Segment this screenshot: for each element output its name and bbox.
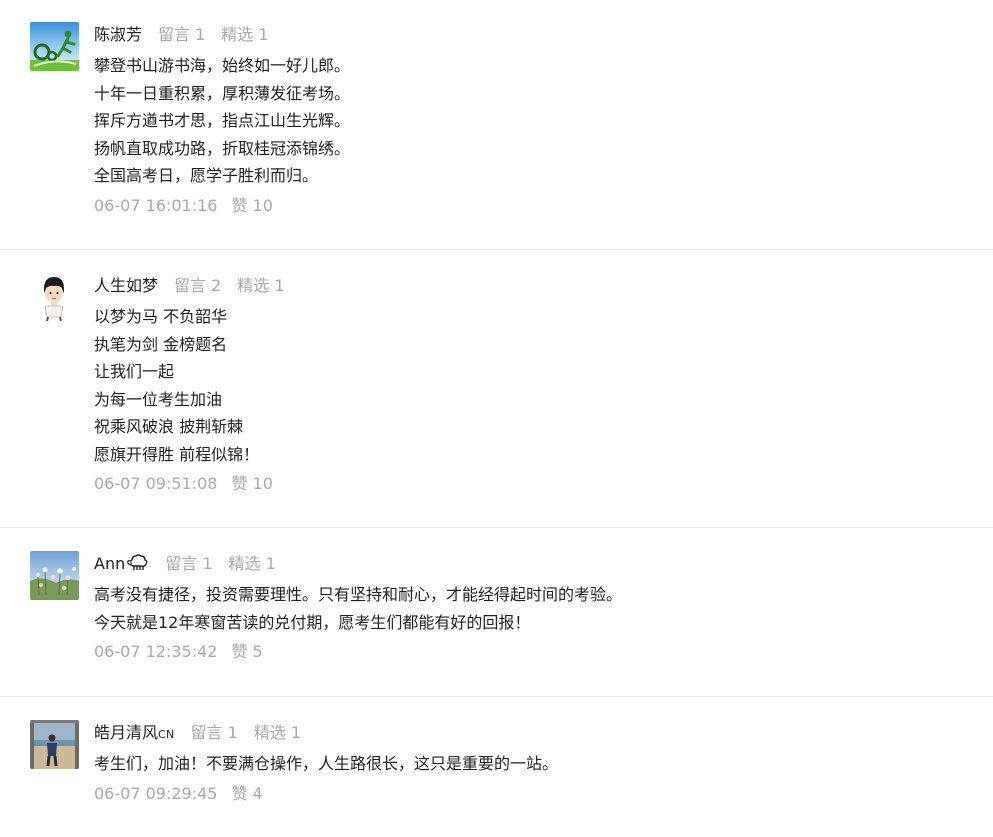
like-button[interactable]: 赞 10 [231,474,272,493]
comment-content: 以梦为马 不负韶华 执笔为剑 金榜题名 让我们一起 为每一位考生加油 祝乘风破浪… [94,303,973,468]
comment-item: 陈淑芳 留言 1 精选 1 攀登书山游书海，始终如一好儿郎。 十年一日重积累，厚积薄… [0,0,993,250]
comment-line: 愿旗开得胜 前程似锦！ [94,444,260,464]
comment-line: 为每一位考生加油 [94,389,223,409]
comment-content: 高考没有捷径，投资需要理性。只有坚持和耐心，才能经得起时间的考验。 今天就是12… [94,581,973,636]
like-button[interactable]: 赞 10 [231,196,272,215]
avatar[interactable] [30,273,79,322]
comment-time: 06-07 16:01:16 [94,195,218,215]
comment-item: 皓月清风CN 留言 1 精选 1 考生们，加油！不要满仓操作，人生路很长，这只是重要… [0,697,993,837]
comment-content: 攀登书山游书海，始终如一好儿郎。 十年一日重积累，厚积薄发征考场。 挥斥方遒书才… [94,52,973,190]
message-count: 留言 2 [174,276,222,295]
featured-count: 精选 1 [221,25,269,44]
like-button[interactable]: 赞 5 [231,642,262,661]
comment-line: 执笔为剑 金榜题名 [94,334,228,354]
comment-line: 高考没有捷径，投资需要理性。只有坚持和耐心，才能经得起时间的考验。 [94,585,623,604]
like-button[interactable]: 赞 4 [231,784,262,803]
nickname[interactable]: 陈淑芳 [94,25,142,44]
nickname[interactable]: Ann [94,554,125,573]
comment-time: 06-07 09:29:45 [94,783,218,803]
comment-time: 06-07 09:51:08 [94,474,218,493]
comment-line: 祝乘风破浪 披荆斩棘 [94,417,244,436]
message-count: 留言 1 [158,25,206,44]
comment-line: 扬帆直取成功路，折取桂冠添锦绣。 [94,138,351,158]
nickname[interactable]: 皓月清风 [94,723,158,742]
avatar[interactable] [30,551,79,600]
avatar[interactable] [30,720,79,769]
comment-line: 十年一日重积累，厚积薄发征考场。 [94,83,351,103]
featured-count: 精选 1 [237,276,285,295]
comment-item: 人生如梦 留言 2 精选 1 以梦为马 不负韶华 执笔为剑 金榜题名 让我们一起 为… [0,250,993,528]
sheep-icon [127,554,149,578]
nickname-suffix: CN [158,728,175,741]
message-count: 留言 1 [190,723,238,742]
featured-count: 精选 1 [228,554,276,573]
comment-line: 挥斥方遒书才思，指点江山生光辉。 [94,111,351,130]
avatar[interactable] [30,22,79,71]
comment-line: 考生们，加油！不要满仓操作，人生路很长，这只是重要的一站。 [94,754,559,773]
comment-content: 考生们，加油！不要满仓操作，人生路很长，这只是重要的一站。 [94,750,973,778]
message-count: 留言 1 [165,554,213,573]
comment-line: 让我们一起 [94,362,175,381]
nickname[interactable]: 人生如梦 [94,276,158,295]
comment-item: Ann 留言 1 精选 1 高考没有捷径，投资需要理性。只有坚持和耐心，才能经得起时… [0,528,993,697]
comment-line: 今天就是12年寒窗苦读的兑付期，愿考生们都能有好的回报！ [94,612,531,632]
featured-count: 精选 1 [253,723,302,742]
comment-line: 攀登书山游书海，始终如一好儿郎。 [94,56,351,75]
comment-list: 陈淑芳 留言 1 精选 1 攀登书山游书海，始终如一好儿郎。 十年一日重积累，厚积薄… [0,0,993,837]
comment-time: 06-07 12:35:42 [94,642,218,661]
comment-line: 全国高考日，愿学子胜利而归。 [94,166,319,185]
comment-line: 以梦为马 不负韶华 [94,307,228,326]
